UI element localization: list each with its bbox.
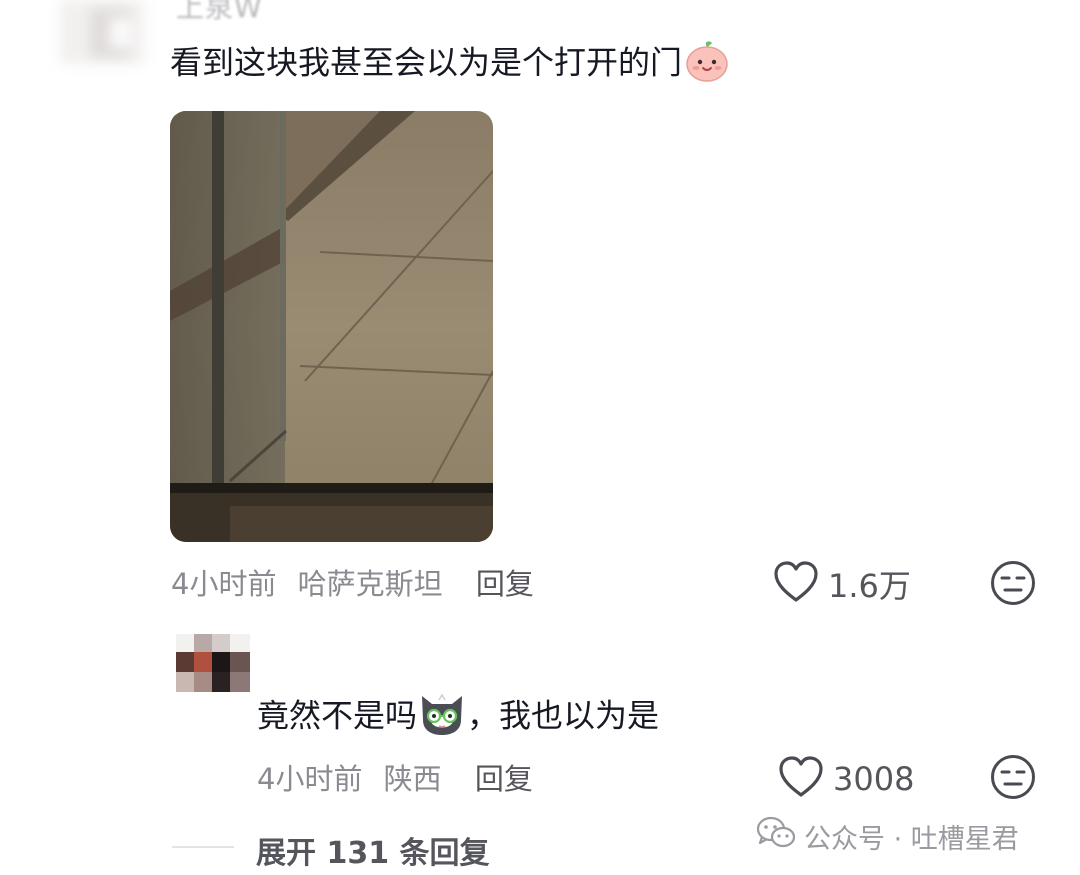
reply-meta: 4小时前 陕西 回复 <box>257 756 533 798</box>
comment-username[interactable]: 上泉W <box>176 0 263 26</box>
watermark-label: 公众号 · 吐槽星君 <box>804 824 1019 855</box>
neutral-face-icon <box>989 561 1037 611</box>
reply-reply-button[interactable]: 回复 <box>475 756 533 798</box>
reply-text-after: ，我也以为是 <box>467 696 660 735</box>
smiling-peach-emoji <box>684 37 730 92</box>
reply-location: 陕西 <box>383 762 442 796</box>
reply-text: 竟然不是吗 ，我也以为是 <box>257 690 659 745</box>
heart-outline-icon <box>772 560 820 608</box>
glass-partition-floor-photo[interactable] <box>170 111 493 542</box>
reply-dislike-button[interactable] <box>989 753 1037 805</box>
comment-time: 4小时前 <box>171 567 277 601</box>
neutral-face-icon <box>989 755 1037 805</box>
wechat-icon <box>756 816 796 857</box>
reply-time: 4小时前 <box>257 762 363 796</box>
reply-avatar[interactable] <box>176 634 250 692</box>
comment-text: 看到这块我甚至会以为是个打开的门 <box>170 37 730 92</box>
comment-text-content: 看到这块我甚至会以为是个打开的门 <box>170 43 683 82</box>
comment-meta: 4小时前 哈萨克斯坦 回复 <box>171 561 534 603</box>
comment-like-button[interactable]: 1.6万 <box>772 560 911 608</box>
comment-reply-button[interactable]: 回复 <box>476 561 534 603</box>
reply-like-count: 3008 <box>833 760 915 798</box>
expand-divider <box>172 846 234 848</box>
reply-like-button[interactable]: 3008 <box>777 755 914 803</box>
reply-text-before: 竟然不是吗 <box>257 696 418 735</box>
heart-outline-icon <box>777 755 825 803</box>
cat-glasses-emoji <box>417 690 467 745</box>
expand-replies-button[interactable]: 展开 131 条回复 <box>256 828 490 872</box>
comment-dislike-button[interactable] <box>989 559 1037 611</box>
watermark: 公众号 · 吐槽星君 <box>756 816 1019 857</box>
comment-location: 哈萨克斯坦 <box>297 567 443 601</box>
avatar[interactable] <box>60 0 144 64</box>
comment-like-count: 1.6万 <box>828 567 911 605</box>
